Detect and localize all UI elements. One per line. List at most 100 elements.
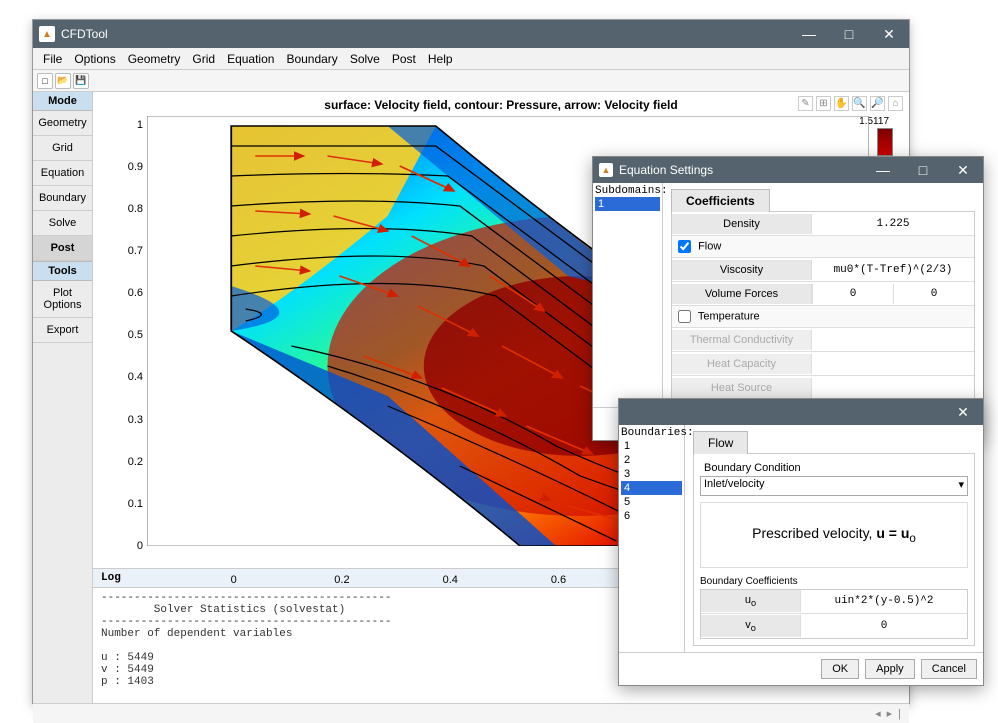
- status-sep: |: [898, 708, 901, 720]
- home-icon[interactable]: ⌂: [888, 96, 903, 111]
- status-bar: ◂ ▸ |: [33, 703, 909, 723]
- y-tick: 1: [115, 119, 143, 131]
- boundary-item[interactable]: 2: [621, 453, 682, 467]
- density-label: Density: [672, 214, 812, 234]
- plot-title: surface: Velocity field, contour: Pressu…: [93, 92, 909, 114]
- boundaries-list[interactable]: Boundaries: 1 2 3 4 5 6: [619, 425, 685, 652]
- window-title: CFDTool: [61, 27, 108, 41]
- y-tick: 0.7: [115, 245, 143, 257]
- heat-capacity-label: Heat Capacity: [672, 354, 812, 374]
- volume-force-y-input[interactable]: 0: [893, 284, 974, 304]
- bc-select[interactable]: Inlet/velocity ▾: [700, 476, 968, 496]
- status-prev-icon[interactable]: ◂: [875, 707, 881, 720]
- y-tick: 0.9: [115, 161, 143, 173]
- u0-input[interactable]: uin*2*(y-0.5)^2: [801, 591, 967, 611]
- minimize-button[interactable]: —: [789, 20, 829, 48]
- x-tick: 0.6: [551, 574, 566, 586]
- colorbar: [877, 128, 893, 156]
- menu-solve[interactable]: Solve: [344, 50, 386, 68]
- bc-titlebar[interactable]: ✕: [619, 399, 983, 425]
- menu-geometry[interactable]: Geometry: [122, 50, 187, 68]
- eq-title: Equation Settings: [619, 163, 713, 177]
- sidebar-item-equation[interactable]: Equation: [33, 161, 92, 186]
- menubar: File Options Geometry Grid Equation Boun…: [33, 48, 909, 70]
- y-tick: 0.8: [115, 203, 143, 215]
- app-icon: ▲: [39, 26, 55, 42]
- boundary-item[interactable]: 3: [621, 467, 682, 481]
- eq-maximize-button[interactable]: □: [903, 156, 943, 184]
- bc-buttons: OK Apply Cancel: [619, 652, 983, 685]
- boundary-item[interactable]: 1: [621, 439, 682, 453]
- x-tick: 0.2: [334, 574, 349, 586]
- flow-label: Flow: [698, 240, 721, 252]
- bc-close-button[interactable]: ✕: [943, 398, 983, 426]
- thermal-conductivity-input: [812, 336, 974, 344]
- bc-cancel-button[interactable]: Cancel: [921, 659, 977, 679]
- bc-ok-button[interactable]: OK: [821, 659, 859, 679]
- v0-input[interactable]: 0: [801, 616, 967, 636]
- bc-apply-button: Apply: [865, 659, 915, 679]
- sidebar-item-plot-options[interactable]: Plot Options: [33, 281, 92, 318]
- y-tick: 0: [115, 540, 143, 552]
- boundary-item[interactable]: 6: [621, 509, 682, 523]
- v0-label: vo: [701, 615, 801, 637]
- open-icon[interactable]: 📂: [55, 73, 71, 89]
- mode-header: Mode: [33, 92, 92, 111]
- sidebar-item-export[interactable]: Export: [33, 318, 92, 343]
- sidebar-item-grid[interactable]: Grid: [33, 136, 92, 161]
- brush-icon[interactable]: ✎: [798, 96, 813, 111]
- bc-coef-head: Boundary Coefficients: [700, 574, 968, 589]
- subdomains-list[interactable]: Subdomains: 1: [593, 183, 663, 407]
- sidebar-item-geometry[interactable]: Geometry: [33, 111, 92, 136]
- sidebar-item-boundary[interactable]: Boundary: [33, 186, 92, 211]
- main-titlebar[interactable]: ▲ CFDTool — □ ✕: [33, 20, 909, 48]
- thermal-conductivity-label: Thermal Conductivity: [672, 330, 812, 350]
- eq-close-button[interactable]: ✕: [943, 156, 983, 184]
- menu-file[interactable]: File: [37, 50, 68, 68]
- chevron-down-icon: ▾: [958, 478, 964, 491]
- status-next-icon[interactable]: ▸: [887, 707, 893, 720]
- y-tick: 0.2: [115, 456, 143, 468]
- volume-force-x-input[interactable]: 0: [812, 284, 893, 304]
- boundary-item[interactable]: 5: [621, 495, 682, 509]
- heat-source-label: Heat Source: [672, 378, 812, 398]
- temperature-checkbox[interactable]: [678, 310, 691, 323]
- viscosity-input[interactable]: mu0*(T-Tref)^(2/3): [812, 260, 974, 280]
- volume-forces-label: Volume Forces: [672, 284, 812, 304]
- menu-equation[interactable]: Equation: [221, 50, 280, 68]
- sidebar-item-post[interactable]: Post: [33, 236, 92, 261]
- zoom-out-icon[interactable]: 🔎: [870, 96, 885, 111]
- boundary-settings-dialog: ✕ Boundaries: 1 2 3 4 5 6 Flow Boundary …: [618, 398, 984, 686]
- sidebar-item-solve[interactable]: Solve: [33, 211, 92, 236]
- close-button[interactable]: ✕: [869, 20, 909, 48]
- temperature-check-row[interactable]: Temperature: [672, 306, 974, 328]
- flow-checkbox[interactable]: [678, 240, 691, 253]
- pan-icon[interactable]: ✋: [834, 96, 849, 111]
- save-icon[interactable]: 💾: [73, 73, 89, 89]
- app-icon: ▲: [599, 163, 613, 177]
- heat-source-input: [812, 384, 974, 392]
- u0-label: uo: [701, 590, 801, 612]
- density-input[interactable]: 1.225: [812, 214, 974, 234]
- zoom-in-icon[interactable]: 🔍: [852, 96, 867, 111]
- new-icon[interactable]: □: [37, 73, 53, 89]
- eq-minimize-button[interactable]: —: [863, 156, 903, 184]
- viscosity-label: Viscosity: [672, 260, 812, 280]
- bc-label: Boundary Condition: [700, 460, 968, 476]
- datacursor-icon[interactable]: ⊞: [816, 96, 831, 111]
- menu-boundary[interactable]: Boundary: [280, 50, 343, 68]
- subdomain-item[interactable]: 1: [595, 197, 660, 211]
- plot-toolbar: ✎ ⊞ ✋ 🔍 🔎 ⌂: [798, 96, 903, 111]
- menu-help[interactable]: Help: [422, 50, 459, 68]
- eq-titlebar[interactable]: ▲ Equation Settings — □ ✕: [593, 157, 983, 183]
- boundary-item[interactable]: 4: [621, 481, 682, 495]
- maximize-button[interactable]: □: [829, 20, 869, 48]
- tools-header: Tools: [33, 261, 92, 281]
- menu-options[interactable]: Options: [68, 50, 121, 68]
- menu-post[interactable]: Post: [386, 50, 422, 68]
- flow-tab[interactable]: Flow: [693, 431, 748, 454]
- sidebar: Mode Geometry Grid Equation Boundary Sol…: [33, 92, 93, 703]
- menu-grid[interactable]: Grid: [186, 50, 221, 68]
- coefficients-tab[interactable]: Coefficients: [671, 189, 770, 212]
- flow-check-row[interactable]: Flow: [672, 236, 974, 258]
